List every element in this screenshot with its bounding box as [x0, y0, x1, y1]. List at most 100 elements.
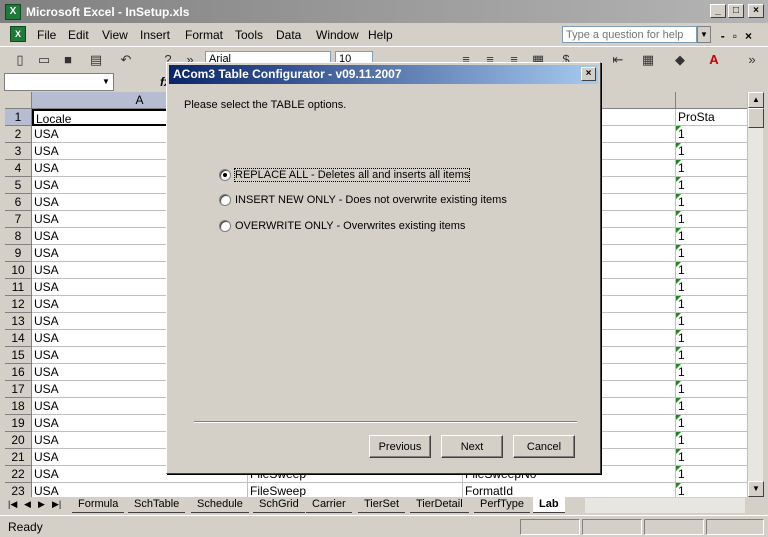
table-cell[interactable]: 1 [676, 483, 747, 497]
sheet-tab-perftype[interactable]: PerfType [474, 497, 531, 513]
close-button[interactable]: × [748, 4, 764, 18]
sheet-tab-schedule[interactable]: Schedule [191, 497, 249, 513]
row-header[interactable]: 23 [5, 483, 32, 497]
table-cell[interactable]: 1 [676, 432, 747, 449]
menu-help[interactable]: Help [368, 28, 393, 42]
row-header[interactable]: 9 [5, 245, 32, 262]
table-cell[interactable]: 1 [676, 160, 747, 177]
sheet-tab-schtable[interactable]: SchTable [128, 497, 186, 513]
scroll-down-icon[interactable]: ▼ [748, 481, 764, 497]
table-cell[interactable]: 1 [676, 381, 747, 398]
table-cell[interactable]: 1 [676, 194, 747, 211]
menu-tools[interactable]: Tools [235, 28, 263, 42]
table-cell[interactable]: 1 [676, 364, 747, 381]
menu-data[interactable]: Data [276, 28, 301, 42]
first-sheet-icon[interactable]: |◀ [8, 499, 17, 510]
help-dropdown-icon[interactable]: ▼ [697, 26, 711, 43]
row-header[interactable]: 8 [5, 228, 32, 245]
row-header[interactable]: 17 [5, 381, 32, 398]
row-header[interactable]: 20 [5, 432, 32, 449]
row-header[interactable]: 22 [5, 466, 32, 483]
sheet-tab-schgrid[interactable]: SchGrid [253, 497, 305, 513]
row-header[interactable]: 13 [5, 313, 32, 330]
table-cell[interactable]: 1 [676, 449, 747, 466]
row-header[interactable]: 6 [5, 194, 32, 211]
option-label[interactable]: INSERT NEW ONLY - Does not overwrite exi… [235, 194, 507, 206]
select-all-corner[interactable] [5, 92, 32, 109]
table-cell[interactable]: 1 [676, 313, 747, 330]
overflow-icon[interactable]: » [744, 52, 760, 68]
open-icon[interactable]: ▭ [36, 52, 52, 68]
sheet-tab-lab[interactable]: Lab [533, 497, 565, 513]
table-cell[interactable]: ProSta [676, 109, 747, 126]
radio-overwrite-only[interactable] [219, 220, 231, 232]
cancel-button[interactable]: Cancel [513, 435, 575, 458]
option-insert-new-only[interactable]: INSERT NEW ONLY - Does not overwrite exi… [219, 194, 507, 206]
table-cell[interactable]: USA [32, 483, 248, 497]
column-header-d[interactable] [676, 92, 747, 109]
font-color-icon[interactable]: A [706, 52, 722, 68]
row-header[interactable]: 3 [5, 143, 32, 160]
document-window-controls[interactable]: -▫× [721, 29, 760, 43]
row-header[interactable]: 2 [5, 126, 32, 143]
row-header[interactable]: 21 [5, 449, 32, 466]
table-cell[interactable]: 1 [676, 143, 747, 160]
table-cell[interactable]: 1 [676, 415, 747, 432]
table-cell[interactable]: 1 [676, 177, 747, 194]
name-box-dropdown-icon[interactable]: ▼ [99, 74, 113, 90]
option-overwrite-only[interactable]: OVERWRITE ONLY - Overwrites existing ite… [219, 220, 465, 232]
table-cell[interactable]: 1 [676, 347, 747, 364]
sheet-tab-formula[interactable]: Formula [72, 497, 125, 513]
table-cell[interactable]: FileSweep [248, 483, 463, 497]
table-cell[interactable]: 1 [676, 228, 747, 245]
row-header[interactable]: 19 [5, 415, 32, 432]
indent-icon[interactable]: ⇤ [610, 52, 626, 68]
option-replace-all[interactable]: REPLACE ALL - Deletes all and inserts al… [219, 168, 471, 182]
excel-icon[interactable]: X [5, 4, 21, 20]
row-header[interactable]: 16 [5, 364, 32, 381]
table-cell[interactable]: 1 [676, 330, 747, 347]
prev-sheet-icon[interactable]: ◀ [24, 499, 31, 510]
name-box[interactable]: ▼ [4, 73, 114, 91]
sheet-tab-tierdetail[interactable]: TierDetail [410, 497, 469, 513]
table-cell[interactable]: 1 [676, 245, 747, 262]
table-cell[interactable]: 1 [676, 296, 747, 313]
maximize-button[interactable]: □ [728, 4, 744, 18]
radio-insert-new-only[interactable] [219, 194, 231, 206]
row-header[interactable]: 14 [5, 330, 32, 347]
next-sheet-icon[interactable]: ▶ [38, 499, 45, 510]
row-header[interactable]: 10 [5, 262, 32, 279]
option-label[interactable]: OVERWRITE ONLY - Overwrites existing ite… [235, 220, 465, 232]
menu-format[interactable]: Format [185, 28, 223, 42]
print-icon[interactable]: ▤ [88, 52, 104, 68]
sheet-tab-carrier[interactable]: Carrier [306, 497, 352, 513]
row-header[interactable]: 11 [5, 279, 32, 296]
previous-button[interactable]: Previous [369, 435, 431, 458]
scroll-thumb[interactable] [748, 108, 764, 128]
help-search-input[interactable] [562, 26, 697, 43]
horizontal-scrollbar[interactable] [585, 498, 745, 513]
workbook-icon[interactable]: X [10, 26, 26, 42]
table-cell[interactable]: 1 [676, 211, 747, 228]
save-icon[interactable]: ■ [60, 52, 76, 68]
last-sheet-icon[interactable]: ▶| [52, 499, 61, 510]
row-header[interactable]: 1 [5, 109, 32, 126]
table-cell[interactable]: 1 [676, 466, 747, 483]
table-cell[interactable]: 1 [676, 126, 747, 143]
new-icon[interactable]: ▯ [12, 52, 28, 68]
radio-replace-all[interactable] [219, 169, 231, 181]
undo-icon[interactable]: ↶ [118, 52, 134, 68]
row-header[interactable]: 15 [5, 347, 32, 364]
scroll-up-icon[interactable]: ▲ [748, 92, 764, 108]
row-header[interactable]: 12 [5, 296, 32, 313]
row-header[interactable]: 7 [5, 211, 32, 228]
table-cell[interactable]: 1 [676, 279, 747, 296]
option-label[interactable]: REPLACE ALL - Deletes all and inserts al… [233, 168, 471, 182]
minimize-button[interactable]: _ [710, 4, 726, 18]
row-header[interactable]: 5 [5, 177, 32, 194]
menu-insert[interactable]: Insert [140, 28, 170, 42]
vertical-scrollbar[interactable]: ▲ ▼ [747, 92, 764, 497]
table-cell[interactable]: FormatId [463, 483, 676, 497]
menu-edit[interactable]: Edit [68, 28, 89, 42]
menu-view[interactable]: View [102, 28, 128, 42]
